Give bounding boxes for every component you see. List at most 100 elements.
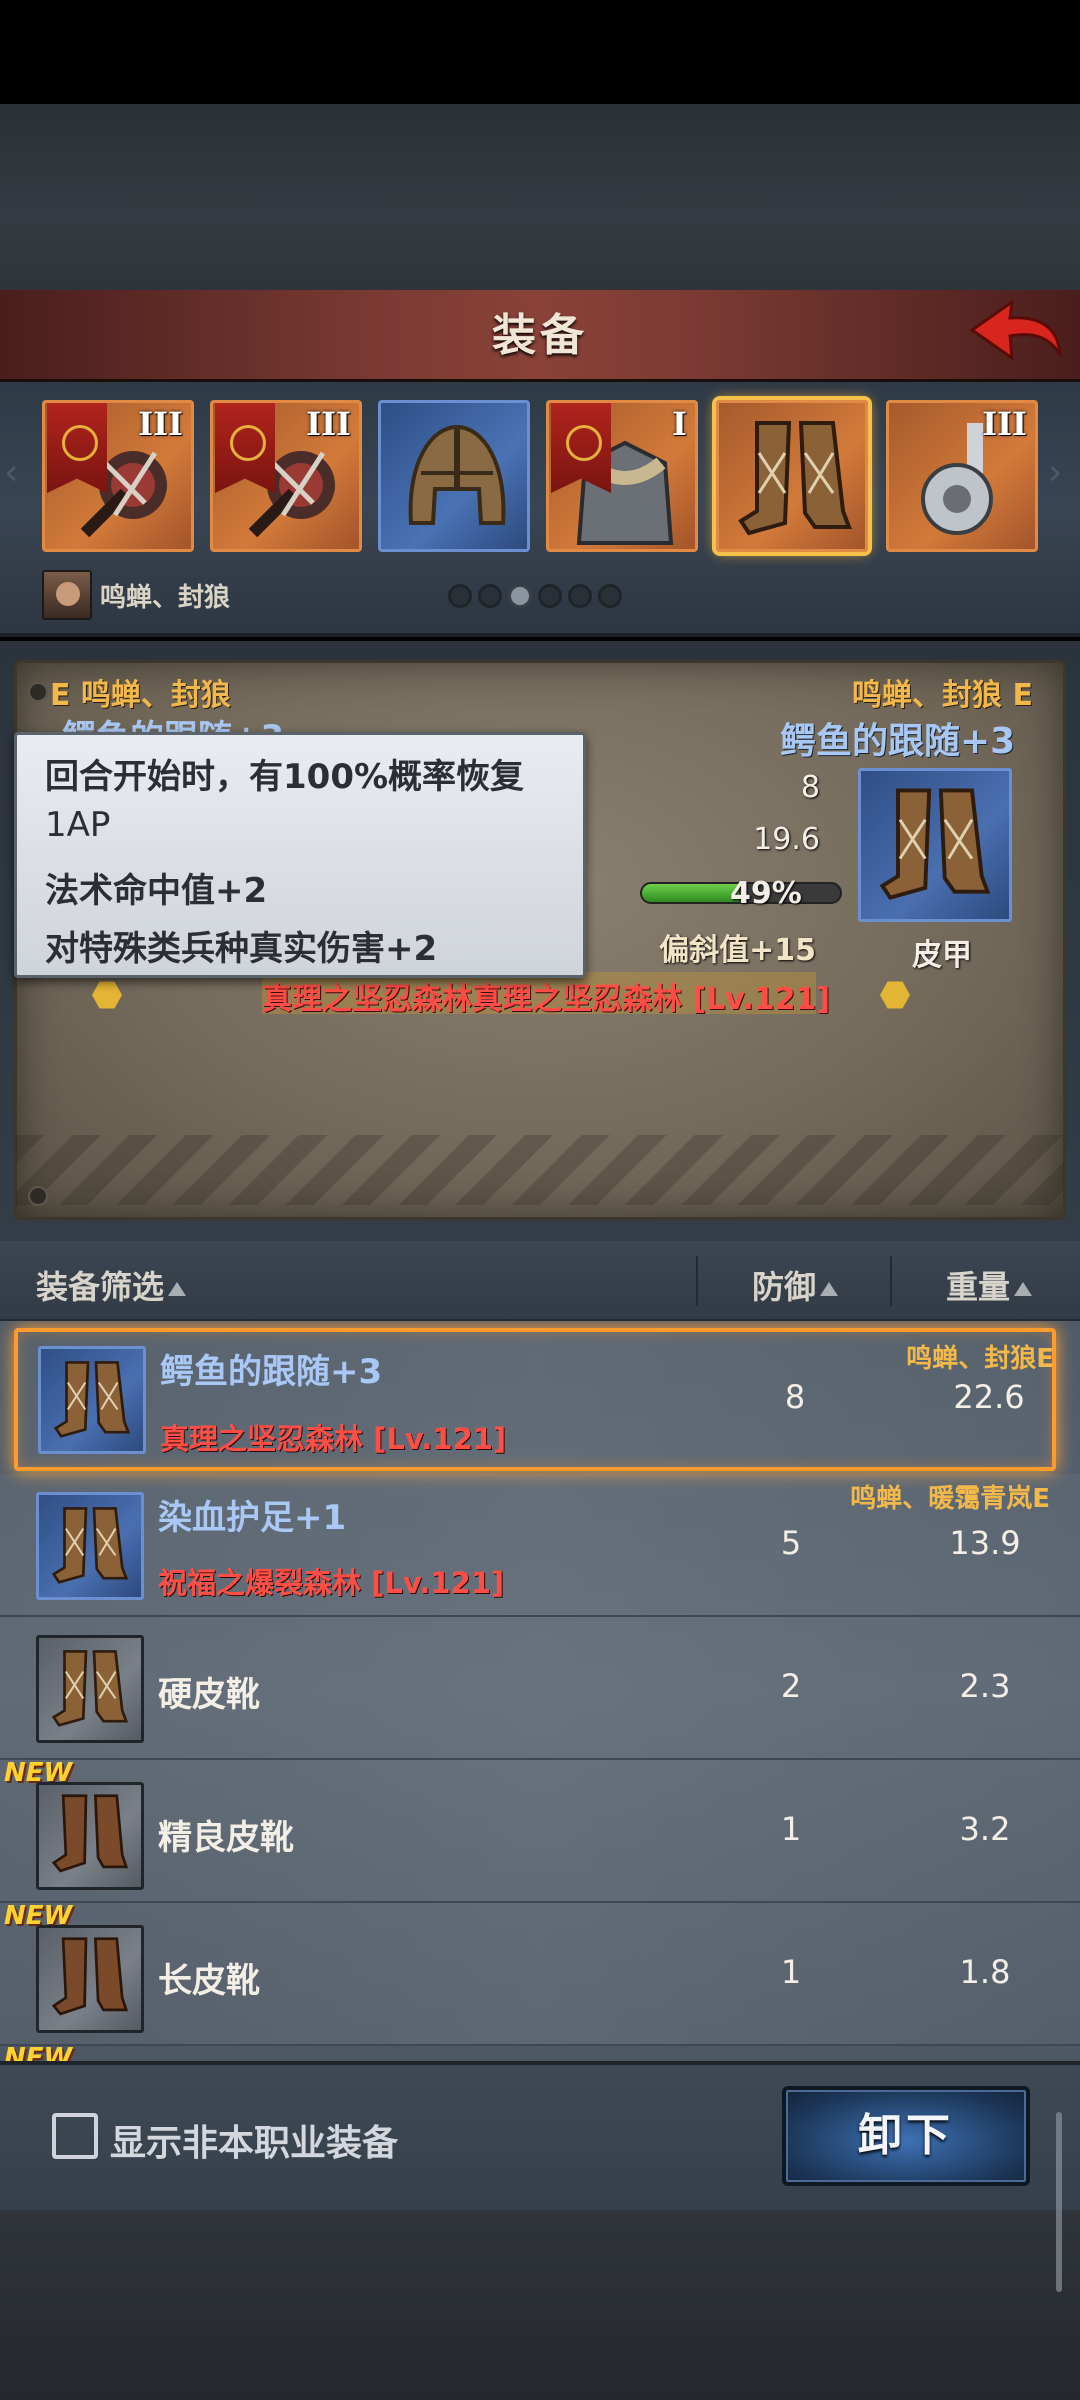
item-set-bonus: 真理之坚忍森林 [Lv.121] xyxy=(160,1422,507,1456)
boots-slot[interactable] xyxy=(716,400,868,552)
selected-item-icon xyxy=(858,768,1012,922)
checkbox-label: 显示非本职业装备 xyxy=(110,2123,399,2164)
item-icon xyxy=(36,1925,144,2033)
page-dot xyxy=(448,584,472,608)
leather-boots-icon xyxy=(738,421,852,536)
chevron-right-icon[interactable]: › xyxy=(1048,452,1078,493)
weapon-slot-2[interactable]: III xyxy=(210,400,362,552)
item-name: 长皮靴 xyxy=(158,1961,260,2001)
sort-arrow-icon xyxy=(1014,1282,1033,1296)
equipment-list[interactable]: 鳄鱼的跟随+3 真理之坚忍森林 [Lv.121] 鸣蝉、封狼E 8 22.6 染… xyxy=(0,1321,1080,2061)
item-set-name: 鸣蝉、封狼E xyxy=(906,1344,1054,1374)
title-bar: 装备 xyxy=(0,290,1080,382)
top-background xyxy=(0,104,1080,290)
armor-type: 皮甲 xyxy=(912,938,972,973)
sort-arrow-icon xyxy=(168,1282,187,1296)
item-weight: 1.8 xyxy=(959,1953,1011,1991)
deflection-stat: 偏斜值+15 xyxy=(659,933,816,968)
armor-slot[interactable]: I xyxy=(546,400,698,552)
tooltip-line: 对特殊类兵种真实伤害+2 xyxy=(45,929,438,969)
defense-sort-button[interactable]: 防御 xyxy=(752,1262,839,1308)
tier-label: III xyxy=(982,405,1027,443)
item-weight: 13.9 xyxy=(949,1524,1021,1562)
weight-value: 19.6 xyxy=(753,822,820,857)
page-dot xyxy=(538,584,562,608)
nail-icon xyxy=(28,1186,48,1206)
selected-item-name: 鳄鱼的跟随+3 xyxy=(780,721,1016,762)
item-icon xyxy=(36,1492,144,1600)
tier-label: III xyxy=(306,405,351,443)
item-set-bonus: 祝福之爆裂森林 [Lv.121] xyxy=(158,1566,505,1600)
selected-set-name: 鸣蝉、封狼 E xyxy=(852,678,1033,713)
list-item[interactable]: 鳄鱼的跟随+3 真理之坚忍森林 [Lv.121] 鸣蝉、封狼E 8 22.6 xyxy=(14,1328,1056,1471)
list-item[interactable]: NEW 精良皮靴 1 3.2 xyxy=(0,1758,1080,1903)
page-dot xyxy=(568,584,592,608)
avatar xyxy=(42,570,92,620)
back-button[interactable] xyxy=(968,296,1064,368)
new-badge: NEW xyxy=(4,2043,73,2061)
chevron-left-icon[interactable]: ‹ xyxy=(4,452,34,493)
page-indicator xyxy=(448,584,622,608)
unequip-button[interactable]: 卸下 xyxy=(782,2086,1030,2186)
sort-arrow-icon xyxy=(820,1282,839,1296)
item-icon xyxy=(36,1782,144,1890)
leather-boots-icon xyxy=(51,1507,129,1584)
item-name: 硬皮靴 xyxy=(158,1675,260,1715)
leather-boots-icon xyxy=(53,1361,131,1438)
nail-icon xyxy=(28,682,48,702)
list-item[interactable]: 硬皮靴 2 2.3 xyxy=(0,1617,1080,1760)
leather-boots-icon xyxy=(51,1794,129,1873)
weight-sort-button[interactable]: 重量 xyxy=(946,1262,1033,1308)
item-set-name: 鸣蝉、暖霭青岚E xyxy=(850,1484,1050,1514)
page-dot xyxy=(598,584,622,608)
item-weight: 2.3 xyxy=(959,1667,1011,1705)
tooltip-line: 回合开始时，有100%概率恢复 xyxy=(45,757,525,797)
helmet-slot[interactable] xyxy=(378,400,530,552)
item-name: 鳄鱼的跟随+3 xyxy=(160,1352,383,1392)
weapon-slot-1[interactable]: III xyxy=(42,400,194,552)
page-dot-active xyxy=(508,584,532,608)
tooltip-line: 法术命中值+2 xyxy=(45,871,268,911)
character-name: 鸣蝉、封狼 xyxy=(100,582,231,613)
item-tooltip: 回合开始时，有100%概率恢复 1AP 法术命中值+2 对特殊类兵种真实伤害+2 xyxy=(14,732,586,978)
item-icon xyxy=(38,1346,146,1454)
durability-fill xyxy=(642,884,740,902)
item-defense: 1 xyxy=(780,1953,802,1991)
tier-label: I xyxy=(672,405,687,443)
parchment-border xyxy=(16,1135,1064,1205)
filter-label: 装备筛选 xyxy=(36,1268,165,1306)
defense-value: 8 xyxy=(800,770,820,805)
bottom-background xyxy=(0,2210,1080,2400)
scrollbar[interactable] xyxy=(1056,2112,1062,2292)
tier-label: III xyxy=(138,405,183,443)
status-bar-area xyxy=(0,0,1080,104)
show-other-class-checkbox[interactable] xyxy=(52,2113,98,2159)
item-name: 精良皮靴 xyxy=(158,1818,294,1858)
filter-sort-button[interactable]: 装备筛选 xyxy=(36,1262,187,1308)
item-defense: 2 xyxy=(780,1667,802,1705)
item-name: 染血护足+1 xyxy=(158,1498,347,1538)
item-weight: 3.2 xyxy=(959,1810,1011,1848)
leather-boots-icon xyxy=(51,1937,129,2016)
item-icon xyxy=(36,1635,144,1743)
leather-boots-icon xyxy=(51,1650,129,1727)
page-dot xyxy=(478,584,502,608)
set-bonus-text: 真理之坚忍森林真理之坚忍森林 [Lv.121] xyxy=(262,982,831,1017)
list-item[interactable]: 染血护足+1 祝福之爆裂森林 [Lv.121] 鸣蝉、暖霭青岚E 5 13.9 xyxy=(0,1474,1080,1617)
durability-percent: 49% xyxy=(730,876,802,911)
tooltip-line: 1AP xyxy=(45,805,111,845)
item-defense: 8 xyxy=(784,1378,806,1416)
weight-label: 重量 xyxy=(946,1268,1011,1306)
helmet-icon xyxy=(408,424,506,525)
column-divider xyxy=(890,1256,892,1306)
item-defense: 1 xyxy=(780,1810,802,1848)
defense-label: 防御 xyxy=(752,1268,817,1306)
equipped-set-name: E 鸣蝉、封狼 xyxy=(50,678,231,713)
back-arrow-icon xyxy=(969,298,1062,362)
item-weight: 22.6 xyxy=(953,1378,1025,1416)
item-defense: 5 xyxy=(780,1524,802,1562)
accessory-slot[interactable]: III xyxy=(886,400,1038,552)
list-item[interactable]: NEW 长皮靴 1 1.8 xyxy=(0,1901,1080,2046)
column-divider xyxy=(696,1256,698,1306)
character-selector[interactable]: 鸣蝉、封狼 xyxy=(42,570,230,620)
